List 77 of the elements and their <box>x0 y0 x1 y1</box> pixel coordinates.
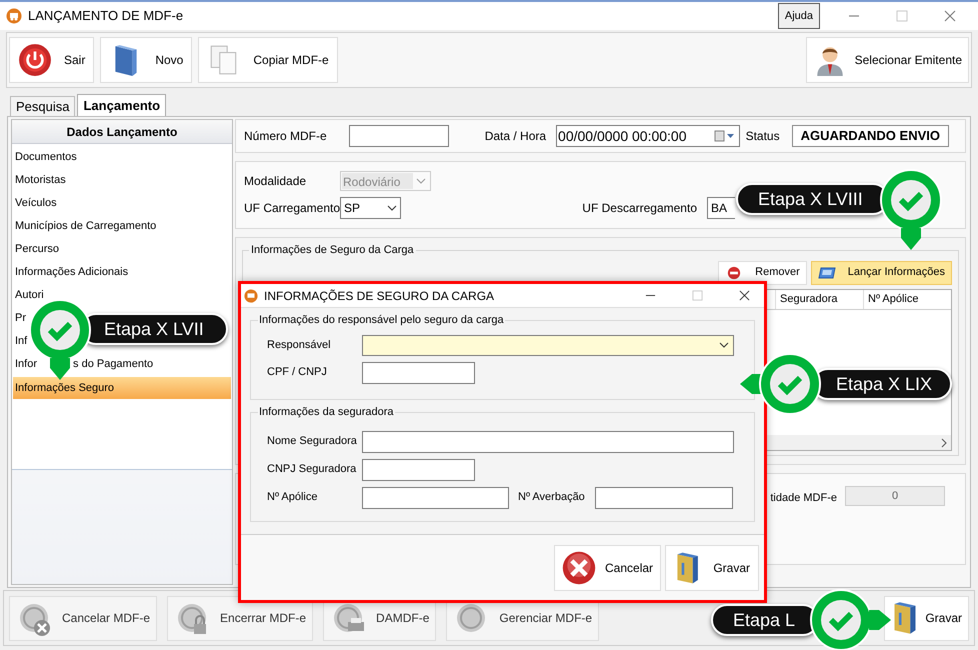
sidebar-item[interactable]: Informações Adicionais <box>15 264 128 281</box>
toolbar-button[interactable]: Novo <box>100 37 192 83</box>
cancel-button[interactable]: Cancelar <box>554 544 661 590</box>
quantity-field: 0 <box>845 486 945 506</box>
field-label: tidade MDF-e <box>770 491 837 506</box>
sidebar-title: Dados Lançamento <box>12 120 232 144</box>
insurer-cnpj-field[interactable] <box>362 458 475 480</box>
tab[interactable]: Lançamento <box>77 94 166 116</box>
sidebar-item[interactable]: Pr <box>15 310 26 327</box>
sidebar-item[interactable]: Informações Seguro <box>13 377 231 399</box>
close-circle-icon <box>561 550 597 586</box>
field-label: Data / Hora <box>484 128 546 145</box>
action-button[interactable]: Encerrar MDF-e <box>167 596 314 640</box>
sidebar-item[interactable]: Veículos <box>15 195 57 212</box>
group-legend: Informações da seguradora <box>258 404 395 420</box>
sidebar-item[interactable]: Motoristas <box>15 172 66 189</box>
sidebar-item[interactable]: Infor <box>15 356 38 373</box>
field-label: Nº Averbação <box>518 490 586 506</box>
pointer-icon <box>869 608 892 632</box>
step-label: Etapa L <box>733 608 796 632</box>
endorsement-number-field[interactable] <box>595 486 733 508</box>
sidebar-item[interactable]: Percurso <box>15 241 60 258</box>
field-label: CNPJ Seguradora <box>267 462 358 478</box>
unloading-state-select[interactable]: BA <box>707 197 735 219</box>
select-issuer-button[interactable]: Selecionar Emitente <box>806 37 969 83</box>
field-label: UF Carregamento <box>244 200 340 217</box>
dialog-title: INFORMAÇÕES DE SEGURO DA CARGA <box>264 288 494 304</box>
loading-state-select[interactable]: SP <box>340 197 401 219</box>
field-label: Modalidade <box>244 173 308 190</box>
action-button[interactable]: Cancelar MDF-e <box>9 596 158 640</box>
field-label: Nº Apólice <box>267 490 318 506</box>
add-info-button[interactable]: Lançar Informações <box>810 260 952 284</box>
group-legend: Informações do responsável pelo seguro da carga <box>258 312 505 328</box>
responsible-select[interactable] <box>362 334 734 356</box>
card-icon <box>818 266 836 280</box>
chevron-down-icon <box>416 178 426 184</box>
column-header[interactable]: Seguradora <box>775 290 863 308</box>
power-icon <box>18 43 52 77</box>
save-button[interactable]: Gravar <box>665 544 759 590</box>
pointer-icon <box>48 358 72 380</box>
save-button[interactable]: Gravar <box>884 596 969 640</box>
chevron-down-icon <box>387 205 397 211</box>
toolbar-button[interactable]: Copiar MDF-e <box>198 37 338 83</box>
window-title: LANÇAMENTO DE MDF-e <box>28 7 184 26</box>
step-label: Etapa X LIX <box>836 372 932 396</box>
tab[interactable]: Pesquisa <box>10 96 76 116</box>
step-label: Etapa X LVIII <box>758 188 863 211</box>
field-label: Responsável <box>267 338 332 353</box>
field-label: Status <box>746 128 780 145</box>
sidebar-item[interactable]: Municípios de Carregamento <box>15 218 156 235</box>
chevron-down-icon <box>719 342 729 348</box>
step-label: Etapa X LVII <box>104 318 204 341</box>
truck-logo-icon <box>244 288 258 302</box>
status-box: AGUARDANDO ENVIO <box>792 125 949 147</box>
column-header[interactable]: Nº Apólice <box>863 290 951 308</box>
date-time-field[interactable]: 00/00/0000 00:00:00 <box>556 125 740 147</box>
sidebar-item[interactable]: Autori <box>15 287 44 304</box>
calendar-dropdown-icon <box>714 130 736 142</box>
insurer-name-field[interactable] <box>362 430 734 452</box>
chevron-right-icon <box>941 438 947 448</box>
field-label: CPF / CNPJ <box>267 365 328 380</box>
sidebar-item[interactable]: Inf <box>15 333 28 350</box>
help-button[interactable]: Ajuda <box>778 3 820 29</box>
sidebar-item-fragment: s do Pagamento <box>73 357 154 372</box>
toolbar-button[interactable]: Sair <box>9 37 94 83</box>
truck-logo-icon <box>6 8 22 24</box>
field-label: Número MDF-e <box>244 128 327 145</box>
number-input-field[interactable] <box>348 125 449 147</box>
field-label: UF Descarregamento <box>582 200 697 217</box>
pointer-icon <box>898 228 923 250</box>
close-icon[interactable] <box>739 290 750 301</box>
field-label: Nome Seguradora <box>267 434 358 450</box>
policy-number-field[interactable] <box>362 486 509 508</box>
group-legend: Informações de Seguro da Carga <box>249 242 416 258</box>
remove-button[interactable]: Remover <box>718 260 807 284</box>
document-input-field[interactable] <box>362 362 475 384</box>
sidebar-item[interactable]: Documentos <box>15 149 77 166</box>
